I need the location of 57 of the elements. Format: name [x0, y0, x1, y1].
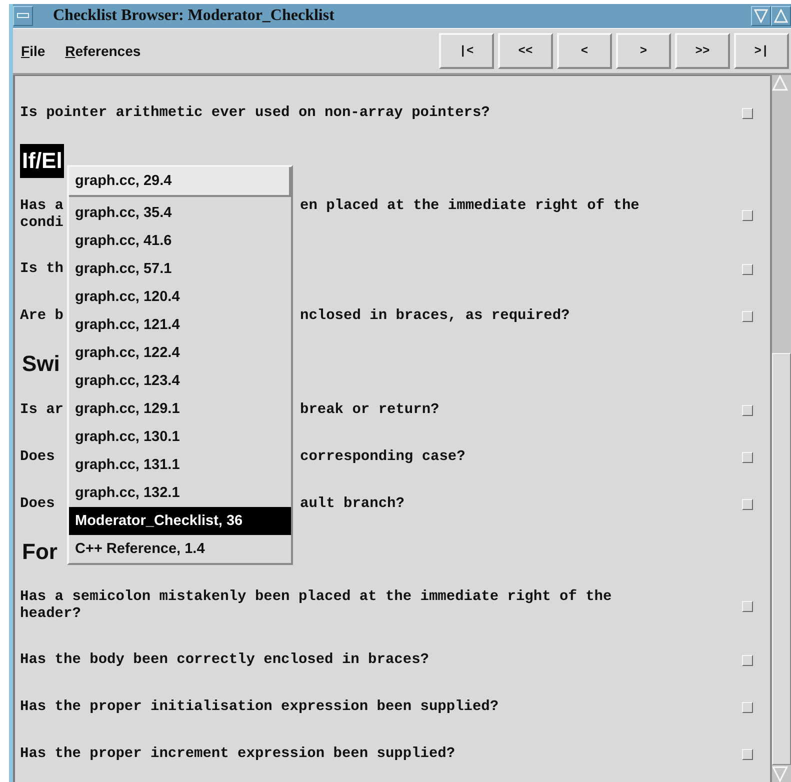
checkbox[interactable] [742, 210, 753, 220]
navigation-button[interactable]: |< [439, 33, 494, 69]
navigation-button[interactable]: >| [734, 33, 789, 69]
window-title: Checklist Browser: Moderator_Checklist [53, 7, 336, 25]
popup-menu-item[interactable]: graph.cc, 120.4 [69, 283, 291, 311]
popup-menu-item[interactable]: graph.cc, 121.4 [69, 311, 291, 339]
question-text: Are b [20, 308, 64, 324]
popup-menu-item[interactable]: graph.cc, 57.1 [69, 255, 291, 283]
section-heading: If/El [20, 144, 64, 178]
question-text: break or return? [300, 402, 440, 419]
popup-menu-item[interactable]: graph.cc, 123.4 [69, 367, 291, 395]
popup-menu-item[interactable]: graph.cc, 130.1 [69, 423, 291, 451]
popup-menu-item[interactable]: graph.cc, 29.4 [69, 167, 291, 197]
question-text: header? [20, 606, 81, 622]
checkbox[interactable] [742, 655, 753, 666]
navigation-button[interactable]: >> [675, 33, 730, 69]
checkbox[interactable] [742, 702, 753, 713]
popup-menu-item[interactable]: graph.cc, 132.1 [69, 479, 291, 507]
menu-item[interactable]: File [21, 43, 46, 59]
question-text: Is th [20, 261, 64, 277]
checkbox[interactable] [742, 108, 753, 119]
popup-menu-item[interactable]: graph.cc, 131.1 [69, 451, 291, 479]
checkbox[interactable] [742, 311, 753, 322]
popup-menu-item[interactable]: graph.cc, 122.4 [69, 339, 291, 367]
checkbox[interactable] [742, 264, 753, 275]
checkbox[interactable] [742, 749, 753, 760]
popup-menu-item[interactable]: C++ Reference, 1.4 [69, 535, 291, 563]
checkbox[interactable] [742, 600, 753, 612]
navigation-button[interactable]: > [616, 33, 671, 69]
question-text: Has a semicolon mistakenly been placed at the immediate right of the [20, 589, 612, 605]
question-text: Is pointer arithmetic ever used on non-array pointers? [20, 105, 490, 121]
popup-menu-item[interactable]: graph.cc, 35.4 [69, 199, 291, 227]
question-text: Has the body been correctly enclosed in braces? [20, 652, 429, 668]
question-text: Does [20, 496, 55, 512]
navigation-button[interactable]: < [557, 33, 612, 69]
checkbox[interactable] [742, 452, 753, 463]
popup-menu-item[interactable]: Moderator_Checklist, 36 [69, 507, 291, 535]
question-text: corresponding case? [300, 449, 466, 466]
question-text: Has a [20, 198, 64, 214]
question-text: condi [20, 215, 64, 231]
bar-icon [17, 13, 29, 19]
question-text: Does [20, 449, 55, 465]
question-text: ault branch? [300, 496, 404, 513]
question-text: en placed at the immediate right of the [300, 198, 640, 215]
popup-menu-item[interactable]: graph.cc, 41.6 [69, 227, 291, 255]
question-text: Is ar [20, 402, 64, 418]
question-text: nclosed in braces, as required? [300, 308, 570, 325]
checkbox[interactable] [742, 405, 753, 416]
popup-menu-item[interactable]: graph.cc, 129.1 [69, 395, 291, 423]
window-menu-button[interactable] [13, 6, 33, 26]
question-text: Has the proper increment expression been supplied? [20, 746, 456, 762]
menu-item[interactable]: References [65, 43, 141, 59]
section-heading: For [21, 538, 58, 566]
checkbox[interactable] [742, 499, 753, 510]
section-heading: Swi [21, 350, 61, 378]
navigation-button[interactable]: << [498, 33, 553, 69]
question-text: Has the proper initialisation expression been supplied? [20, 699, 499, 715]
